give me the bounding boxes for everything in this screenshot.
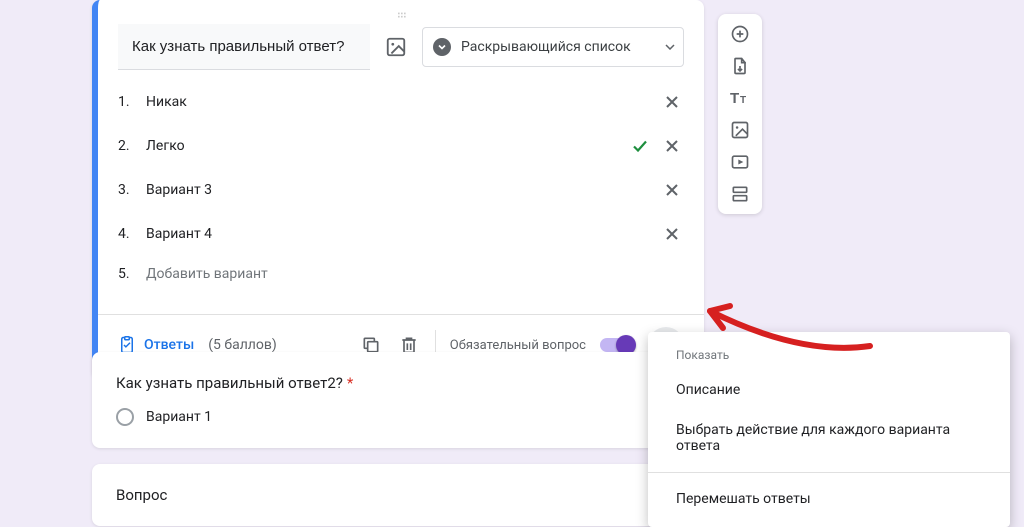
radio-icon[interactable]: [116, 408, 134, 426]
option-list: 1. Никак 2. Легко 3. Вариант 3 4. Ва: [98, 80, 704, 302]
question-type-select[interactable]: Раскрывающийся список: [422, 27, 684, 67]
side-toolbar: TT: [718, 14, 762, 214]
option-row[interactable]: 4. Вариант 4: [118, 212, 684, 256]
radio-option[interactable]: Вариант 1: [116, 408, 680, 426]
remove-option-icon[interactable]: [660, 90, 684, 114]
menu-item-description[interactable]: Описание: [648, 370, 1010, 410]
option-number: 3.: [118, 182, 136, 198]
option-label[interactable]: Вариант 3: [146, 182, 650, 198]
option-number: 4.: [118, 226, 136, 242]
required-toggle[interactable]: [600, 338, 634, 352]
caret-down-icon: [665, 44, 675, 50]
option-row[interactable]: 2. Легко: [118, 124, 684, 168]
question-type-label: Раскрывающийся список: [461, 39, 655, 55]
question-title-text: Вопрос: [116, 486, 167, 504]
option-number: 5.: [118, 266, 136, 282]
add-video-icon[interactable]: [724, 148, 756, 176]
add-option-row[interactable]: 5. Добавить вариант: [118, 256, 684, 292]
question-title: Как узнать правильный ответ2? *: [116, 374, 680, 392]
menu-item-goto-section[interactable]: Выбрать действие для каждого варианта от…: [648, 410, 1010, 466]
option-label[interactable]: Легко: [146, 138, 620, 154]
add-option-label: Добавить вариант: [146, 266, 684, 282]
add-section-icon[interactable]: [724, 180, 756, 208]
add-question-icon[interactable]: [724, 20, 756, 48]
question-card: Раскрывающийся список 1. Никак 2. Легко …: [92, 0, 704, 379]
import-question-icon[interactable]: [724, 52, 756, 80]
required-asterisk: *: [347, 374, 353, 392]
add-image-icon[interactable]: [724, 116, 756, 144]
option-number: 1.: [118, 94, 136, 110]
option-row[interactable]: 3. Вариант 3: [118, 168, 684, 212]
answer-key-label: Ответы: [144, 337, 194, 353]
svg-text:T: T: [730, 90, 739, 107]
question-card-3[interactable]: Вопрос: [92, 464, 704, 526]
add-image-icon[interactable]: [384, 35, 408, 59]
add-title-icon[interactable]: TT: [724, 84, 756, 112]
drag-handle-icon[interactable]: [98, 8, 704, 20]
menu-section-label: Показать: [648, 348, 1010, 370]
divider: [648, 472, 1010, 473]
points-label: (5 баллов): [208, 337, 277, 353]
remove-option-icon[interactable]: [660, 178, 684, 202]
radio-label: Вариант 1: [146, 409, 212, 425]
option-number: 2.: [118, 138, 136, 154]
question-title-input[interactable]: [118, 24, 370, 70]
more-options-menu: Показать Описание Выбрать действие для к…: [648, 332, 1010, 527]
remove-option-icon[interactable]: [660, 222, 684, 246]
menu-item-shuffle[interactable]: Перемешать ответы: [648, 479, 1010, 519]
question-title: Вопрос: [116, 486, 680, 504]
correct-check-icon: [630, 136, 650, 156]
svg-text:T: T: [740, 95, 746, 106]
option-label[interactable]: Вариант 4: [146, 226, 650, 242]
option-label[interactable]: Никак: [146, 94, 650, 110]
question-card-2[interactable]: Как узнать правильный ответ2? * Вариант …: [92, 352, 704, 448]
remove-option-icon[interactable]: [660, 134, 684, 158]
option-row[interactable]: 1. Никак: [118, 80, 684, 124]
required-label: Обязательный вопрос: [450, 338, 586, 353]
question-title-text: Как узнать правильный ответ2?: [116, 374, 343, 392]
dropdown-type-icon: [433, 38, 451, 56]
